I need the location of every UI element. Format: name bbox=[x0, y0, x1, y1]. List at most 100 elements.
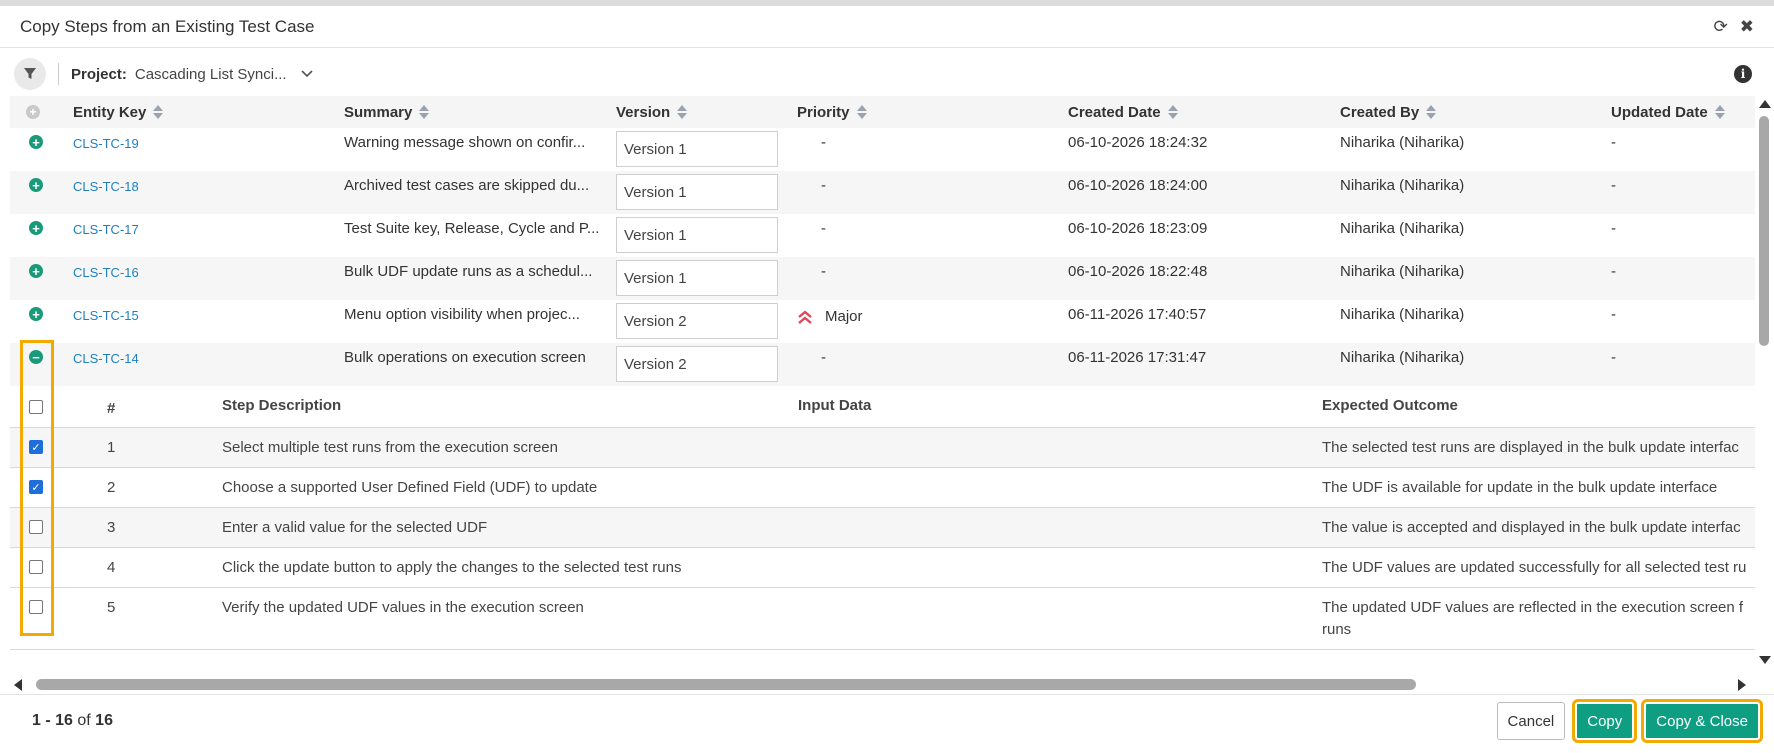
updated-date-cell: - bbox=[1611, 306, 1616, 323]
grid-header: + Entity Key Summary Version Priority Cr… bbox=[10, 96, 1755, 128]
created-date-cell: 06-11-2026 17:40:57 bbox=[1068, 306, 1207, 323]
entity-key-link[interactable]: CLS-TC-16 bbox=[73, 265, 139, 280]
checkbox-column-highlight bbox=[20, 340, 54, 636]
col-created-date[interactable]: Created Date bbox=[1068, 104, 1178, 121]
step-row[interactable]: ✓ 2 Choose a supported User Defined Fiel… bbox=[10, 468, 1755, 508]
summary-cell: Test Suite key, Release, Cycle and P... bbox=[344, 220, 600, 237]
col-summary[interactable]: Summary bbox=[344, 104, 430, 121]
expand-all-icon[interactable]: + bbox=[26, 105, 40, 119]
priority-cell: - bbox=[821, 349, 826, 366]
table-row[interactable]: + CLS-TC-18 Archived test cases are skip… bbox=[10, 171, 1755, 214]
chevron-down-icon[interactable] bbox=[301, 70, 313, 78]
col-created-by[interactable]: Created By bbox=[1340, 104, 1437, 121]
pagination-info: 1 - 16 of 16 bbox=[32, 712, 113, 729]
step-number: 4 bbox=[107, 559, 116, 576]
test-case-grid: + Entity Key Summary Version Priority Cr… bbox=[10, 96, 1755, 668]
version-select[interactable]: Version 2 bbox=[616, 303, 778, 339]
entity-key-link[interactable]: CLS-TC-14 bbox=[73, 351, 139, 366]
col-entity-key[interactable]: Entity Key bbox=[73, 104, 164, 121]
copy-button[interactable]: Copy bbox=[1572, 699, 1638, 743]
step-number: 3 bbox=[107, 519, 116, 536]
step-outcome-continued: runs bbox=[1322, 621, 1352, 638]
vertical-scrollbar[interactable] bbox=[1756, 96, 1774, 668]
step-description: Choose a supported User Defined Field (U… bbox=[222, 479, 598, 496]
close-icon[interactable]: ✖ bbox=[1740, 17, 1754, 37]
step-description: Click the update button to apply the cha… bbox=[222, 559, 682, 576]
dialog-title: Copy Steps from an Existing Test Case bbox=[20, 16, 315, 36]
project-select[interactable]: Cascading List Synci... bbox=[135, 66, 287, 83]
step-number: 1 bbox=[107, 439, 116, 456]
steps-header: # Step Description Input Data Expected O… bbox=[10, 386, 1755, 428]
step-outcome: The UDF is available for update in the b… bbox=[1322, 479, 1718, 496]
expected-outcome-header: Expected Outcome bbox=[1322, 397, 1458, 414]
dialog-title-bar: Copy Steps from an Existing Test Case ⟳ … bbox=[0, 6, 1774, 48]
created-date-cell: 06-10-2026 18:24:00 bbox=[1068, 177, 1208, 194]
cancel-button[interactable]: Cancel bbox=[1496, 702, 1566, 740]
project-label: Project: bbox=[71, 65, 127, 83]
created-by-cell: Niharika (Niharika) bbox=[1340, 306, 1465, 323]
updated-date-cell: - bbox=[1611, 177, 1616, 194]
sort-icon bbox=[677, 105, 688, 119]
step-outcome: The value is accepted and displayed in t… bbox=[1322, 519, 1741, 536]
expand-row-icon[interactable]: + bbox=[29, 307, 43, 321]
step-row[interactable]: 5 Verify the updated UDF values in the e… bbox=[10, 588, 1755, 650]
table-row[interactable]: + CLS-TC-19 Warning message shown on con… bbox=[10, 128, 1755, 171]
input-data-header: Input Data bbox=[798, 397, 872, 414]
updated-date-cell: - bbox=[1611, 263, 1616, 280]
version-select[interactable]: Version 1 bbox=[616, 217, 778, 253]
summary-cell: Menu option visibility when projec... bbox=[344, 306, 580, 323]
priority-cell: - bbox=[821, 134, 826, 151]
expand-row-icon[interactable]: + bbox=[29, 264, 43, 278]
step-description: Select multiple test runs from the execu… bbox=[222, 439, 558, 456]
entity-key-link[interactable]: CLS-TC-15 bbox=[73, 308, 139, 323]
copy-and-close-button[interactable]: Copy & Close bbox=[1641, 699, 1763, 743]
table-row[interactable]: + CLS-TC-16 Bulk UDF update runs as a sc… bbox=[10, 257, 1755, 300]
entity-key-link[interactable]: CLS-TC-17 bbox=[73, 222, 139, 237]
filter-button[interactable] bbox=[14, 58, 46, 90]
filter-bar: Project: Cascading List Synci... i bbox=[0, 48, 1774, 100]
vertical-scroll-thumb[interactable] bbox=[1759, 116, 1769, 346]
expand-row-icon[interactable]: + bbox=[29, 135, 43, 149]
version-select[interactable]: Version 1 bbox=[616, 260, 778, 296]
step-row[interactable]: ✓ 1 Select multiple test runs from the e… bbox=[10, 428, 1755, 468]
refresh-icon[interactable]: ⟳ bbox=[1714, 17, 1728, 37]
created-by-cell: Niharika (Niharika) bbox=[1340, 220, 1465, 237]
created-by-cell: Niharika (Niharika) bbox=[1340, 349, 1465, 366]
table-row[interactable]: + CLS-TC-17 Test Suite key, Release, Cyc… bbox=[10, 214, 1755, 257]
step-number: 2 bbox=[107, 479, 116, 496]
expand-row-icon[interactable]: + bbox=[29, 178, 43, 192]
col-version[interactable]: Version bbox=[616, 104, 688, 121]
sort-icon bbox=[1167, 105, 1178, 119]
entity-key-link[interactable]: CLS-TC-19 bbox=[73, 136, 139, 151]
col-priority[interactable]: Priority bbox=[797, 104, 867, 121]
updated-date-cell: - bbox=[1611, 349, 1616, 366]
version-select[interactable]: Version 1 bbox=[616, 131, 778, 167]
table-row[interactable]: + CLS-TC-15 Menu option visibility when … bbox=[10, 300, 1755, 343]
entity-key-link[interactable]: CLS-TC-18 bbox=[73, 179, 139, 194]
table-row-expanded[interactable]: − CLS-TC-14 Bulk operations on execution… bbox=[10, 343, 1755, 386]
created-date-cell: 06-10-2026 18:23:09 bbox=[1068, 220, 1208, 237]
step-number: 5 bbox=[107, 599, 116, 616]
created-by-cell: Niharika (Niharika) bbox=[1340, 177, 1465, 194]
funnel-icon bbox=[24, 68, 36, 79]
horizontal-scroll-thumb[interactable] bbox=[36, 679, 1416, 690]
priority-cell: - bbox=[821, 220, 826, 237]
sort-icon bbox=[1426, 105, 1437, 119]
step-row[interactable]: 3 Enter a valid value for the selected U… bbox=[10, 508, 1755, 548]
step-description: Verify the updated UDF values in the exe… bbox=[222, 599, 584, 616]
step-row[interactable]: 4 Click the update button to apply the c… bbox=[10, 548, 1755, 588]
step-outcome: The updated UDF values are reflected in … bbox=[1322, 599, 1744, 616]
sort-icon bbox=[1714, 105, 1725, 119]
info-icon[interactable]: i bbox=[1734, 65, 1752, 83]
expand-row-icon[interactable]: + bbox=[29, 221, 43, 235]
created-date-cell: 06-10-2026 18:24:32 bbox=[1068, 134, 1208, 151]
summary-cell: Bulk operations on execution screen bbox=[344, 349, 586, 366]
horizontal-scrollbar[interactable] bbox=[10, 676, 1756, 692]
updated-date-cell: - bbox=[1611, 134, 1616, 151]
version-select[interactable]: Version 1 bbox=[616, 174, 778, 210]
summary-cell: Warning message shown on confir... bbox=[344, 134, 586, 151]
version-select[interactable]: Version 2 bbox=[616, 346, 778, 382]
priority-major-icon bbox=[798, 309, 812, 324]
step-outcome: The UDF values are updated successfully … bbox=[1322, 559, 1747, 576]
col-updated-date[interactable]: Updated Date bbox=[1611, 104, 1725, 121]
